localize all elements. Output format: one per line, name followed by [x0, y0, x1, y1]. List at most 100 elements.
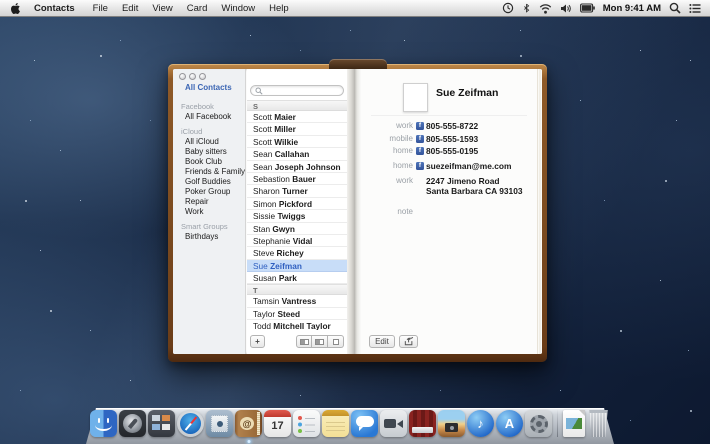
detail-field-mobile: mobilef805-555-1593: [361, 134, 537, 144]
dock-facetime-icon[interactable]: [380, 410, 407, 437]
dock-safari-icon[interactable]: [177, 410, 204, 437]
contact-row-taylor-steed[interactable]: Taylor Steed: [247, 308, 347, 320]
contact-row-scott-miller[interactable]: Scott Miller: [247, 123, 347, 135]
card-and-list-view-button[interactable]: [312, 335, 328, 348]
search-icon: [255, 87, 263, 95]
sidebar-item-all-facebook[interactable]: All Facebook: [185, 112, 245, 122]
itunes-glyph: ♪: [467, 410, 494, 437]
contact-row-todd-mitchell-taylor[interactable]: Todd Mitchell Taylor: [247, 320, 347, 330]
contact-last-name: Vantress: [282, 296, 317, 306]
contact-row-sissie-twiggs[interactable]: Sissie Twiggs: [247, 210, 347, 222]
sidebar-item-birthdays[interactable]: Birthdays: [185, 232, 245, 242]
bluetooth-icon[interactable]: [522, 2, 531, 14]
contact-row-sharon-turner[interactable]: Sharon Turner: [247, 185, 347, 197]
add-contact-button[interactable]: +: [250, 335, 265, 348]
contact-first-name: Sean: [253, 149, 275, 159]
zoom-button[interactable]: [199, 73, 206, 80]
contact-row-scott-maier[interactable]: Scott Maier: [247, 111, 347, 123]
contact-row-stephanie-vidal[interactable]: Stephanie Vidal: [247, 235, 347, 247]
apple-logo-icon: [10, 2, 21, 15]
dock-itunes-icon[interactable]: ♪: [467, 410, 494, 437]
contact-row-scott-wilkie[interactable]: Scott Wilkie: [247, 136, 347, 148]
contact-row-sean-callahan[interactable]: Sean Callahan: [247, 148, 347, 160]
card-only-view-button[interactable]: [328, 335, 344, 348]
field-value-line: 805-555-0195: [426, 146, 478, 156]
sidebar-item-friends-family[interactable]: Friends & Family: [185, 167, 245, 177]
sidebar-item-book-club[interactable]: Book Club: [185, 157, 245, 167]
wifi-icon[interactable]: [539, 3, 552, 14]
contact-row-tamsin-vantress[interactable]: Tamsin Vantress: [247, 295, 347, 307]
volume-icon[interactable]: [560, 3, 572, 14]
field-value[interactable]: suezeifman@me.com: [426, 161, 511, 171]
dock-system-preferences-icon[interactable]: [525, 410, 552, 437]
sidebar-item-golf-buddies[interactable]: Golf Buddies: [185, 177, 245, 187]
dock-notes-icon[interactable]: [322, 410, 349, 437]
sidebar-item-work[interactable]: Work: [185, 207, 245, 217]
contact-first-name: Sharon: [253, 186, 282, 196]
menu-bar-clock[interactable]: Mon 9:41 AM: [603, 3, 661, 14]
dock-messages-icon[interactable]: [351, 410, 378, 437]
time-machine-icon[interactable]: [502, 2, 514, 14]
menu-card[interactable]: Card: [180, 0, 215, 17]
contact-last-name: Twiggs: [277, 211, 305, 221]
contact-row-stan-gwyn[interactable]: Stan Gwyn: [247, 223, 347, 235]
sidebar-item-poker-group[interactable]: Poker Group: [185, 187, 245, 197]
minimize-button[interactable]: [189, 73, 196, 80]
search-input[interactable]: [250, 85, 344, 96]
dock-mail-icon[interactable]: [206, 410, 233, 437]
menu-file[interactable]: File: [86, 0, 115, 17]
contact-first-name: Todd: [253, 321, 273, 330]
contact-row-sean-joseph-johnson[interactable]: Sean Joseph Johnson: [247, 161, 347, 173]
dock-calendar-icon[interactable]: 17: [264, 410, 291, 437]
share-button[interactable]: [399, 335, 418, 348]
field-value[interactable]: 2247 Jimeno RoadSanta Barbara CA 93103: [426, 176, 523, 196]
menu-view[interactable]: View: [145, 0, 179, 17]
app-menu-contacts[interactable]: Contacts: [27, 0, 82, 17]
sidebar-item-baby-sitters[interactable]: Baby sitters: [185, 147, 245, 157]
sidebar-item-repair[interactable]: Repair: [185, 197, 245, 207]
spotlight-icon[interactable]: [669, 2, 681, 14]
contact-row-susan-park[interactable]: Susan Park: [247, 272, 347, 284]
dock-documents-icon[interactable]: [563, 410, 585, 437]
menu-help[interactable]: Help: [262, 0, 296, 17]
apple-menu[interactable]: [10, 2, 21, 15]
close-button[interactable]: [179, 73, 186, 80]
dock-launchpad-icon[interactable]: [119, 410, 146, 437]
dock-iphoto-icon[interactable]: [438, 410, 465, 437]
dock-mission-control-icon[interactable]: [148, 410, 175, 437]
contact-row-sue-zeifman[interactable]: Sue Zeifman: [247, 260, 347, 272]
contact-row-steve-richey[interactable]: Steve Richey: [247, 247, 347, 259]
sidebar-item-all-contacts[interactable]: All Contacts: [185, 83, 232, 92]
menu-window[interactable]: Window: [214, 0, 262, 17]
view-mode-segmented-control: [296, 335, 344, 348]
field-value-line: suezeifman@me.com: [426, 161, 511, 171]
sidebar-item-all-icloud[interactable]: All iCloud: [185, 137, 245, 147]
search-area: [250, 85, 344, 97]
dock-photo-booth-icon[interactable]: [409, 410, 436, 437]
battery-icon[interactable]: [580, 3, 595, 13]
field-value[interactable]: 805-555-8722: [426, 121, 478, 131]
contact-first-name: Scott: [253, 124, 274, 134]
facebook-badge-icon: f: [416, 122, 424, 130]
field-label: home: [361, 161, 413, 171]
contact-row-sebastion-bauer[interactable]: Sebastion Bauer: [247, 173, 347, 185]
list-and-card-view-button[interactable]: [296, 335, 312, 348]
field-value[interactable]: 805-555-0195: [426, 146, 478, 156]
dock-contacts-icon[interactable]: @: [235, 410, 262, 437]
contact-first-name: Tamsin: [253, 296, 282, 306]
contact-photo[interactable]: [403, 83, 428, 112]
edit-button[interactable]: Edit: [369, 335, 395, 348]
window-controls: [179, 73, 206, 80]
detail-field-note: note: [361, 207, 537, 217]
menu-edit[interactable]: Edit: [115, 0, 145, 17]
dock-app-store-icon[interactable]: A: [496, 410, 523, 437]
page-edge-stack: [537, 69, 542, 354]
notification-center-icon[interactable]: [689, 3, 701, 14]
groups-sidebar: All Contacts FacebookAll FacebookiCloudA…: [173, 69, 246, 354]
field-label: home: [361, 146, 413, 156]
contact-last-name: Richey: [277, 248, 304, 258]
dock-finder-icon[interactable]: [90, 410, 117, 437]
field-value[interactable]: 805-555-1593: [426, 134, 478, 144]
dock-reminders-icon[interactable]: [293, 410, 320, 437]
contact-row-simon-pickford[interactable]: Simon Pickford: [247, 198, 347, 210]
